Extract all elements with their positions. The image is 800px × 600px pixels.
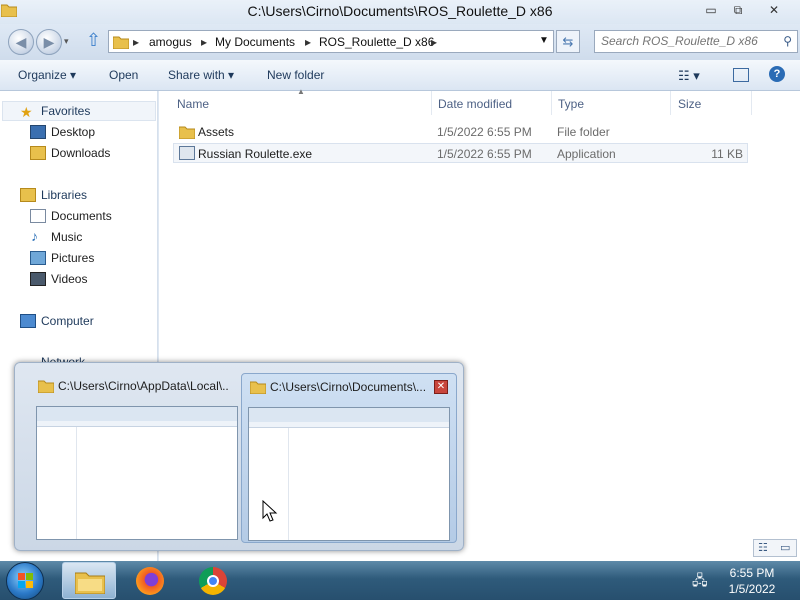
- column-header-date[interactable]: Date modified: [438, 97, 512, 111]
- music-icon: ♪: [31, 228, 38, 244]
- back-arrow-icon: ◀: [15, 34, 27, 50]
- firefox-icon: [136, 567, 164, 595]
- network-tray-icon[interactable]: 🖧: [692, 570, 708, 594]
- address-dropdown-icon[interactable]: ▼: [539, 35, 549, 46]
- folder-icon: [179, 126, 195, 139]
- column-divider[interactable]: [431, 91, 432, 115]
- documents-icon: [30, 209, 46, 223]
- minimize-button[interactable]: ▭: [698, 2, 724, 19]
- preview-thumbnail: [36, 406, 238, 540]
- nav-music[interactable]: Music: [51, 230, 82, 244]
- forward-button[interactable]: ▶: [36, 29, 62, 55]
- star-icon: ★: [20, 104, 33, 120]
- nav-videos[interactable]: Videos: [51, 272, 87, 286]
- windows-logo-icon: [18, 573, 34, 589]
- breadcrumb-separator: ▸: [305, 35, 312, 49]
- file-name: Assets: [198, 125, 235, 139]
- folder-icon: [113, 36, 129, 49]
- videos-icon: [30, 272, 46, 286]
- preview-title: C:\Users\Cirno\Documents\...: [270, 380, 427, 394]
- breadcrumb-separator: ▸: [133, 35, 140, 49]
- file-date: 1/5/2022 6:55 PM: [437, 125, 532, 139]
- breadcrumb-separator: ▸: [431, 35, 438, 49]
- breadcrumb-separator: ▸: [201, 35, 208, 49]
- search-input[interactable]: [601, 34, 771, 48]
- nav-documents[interactable]: Documents: [51, 209, 112, 223]
- folder-icon: [38, 380, 54, 393]
- refresh-icon: ⇆: [562, 34, 574, 49]
- breadcrumb-amogus[interactable]: amogus: [149, 35, 192, 49]
- search-icon[interactable]: ⚲: [783, 34, 792, 48]
- sort-indicator-icon: ▲: [297, 87, 305, 96]
- clock-date: 1/5/2022: [728, 582, 776, 596]
- nav-computer[interactable]: Computer: [41, 314, 94, 328]
- start-button[interactable]: [6, 562, 44, 600]
- column-header-name[interactable]: Name: [177, 97, 209, 111]
- taskbar-explorer-button[interactable]: [62, 562, 116, 599]
- open-button[interactable]: Open: [109, 68, 138, 82]
- search-box[interactable]: ⚲: [594, 30, 798, 53]
- computer-icon: [20, 314, 36, 328]
- column-divider[interactable]: [670, 91, 671, 115]
- application-icon: [179, 146, 195, 160]
- file-row[interactable]: Russian Roulette.exe 1/5/2022 6:55 PM Ap…: [173, 143, 748, 163]
- command-bar: Organize ▾ Open Share with ▾ New folder …: [0, 60, 800, 91]
- chrome-icon: [199, 567, 227, 595]
- nav-favorites[interactable]: Favorites: [41, 104, 90, 118]
- folder-icon: [250, 381, 266, 394]
- help-icon[interactable]: ?: [769, 66, 785, 82]
- address-bar[interactable]: ▸ amogus ▸ My Documents ▸ ROS_Roulette_D…: [108, 30, 554, 53]
- clock-time: 6:55 PM: [729, 566, 775, 580]
- large-icons-view-icon[interactable]: ▭: [780, 541, 790, 554]
- view-toggle-buttons[interactable]: ☷ ▭: [753, 539, 797, 557]
- column-divider[interactable]: [551, 91, 552, 115]
- title-bar[interactable]: C:\Users\Cirno\Documents\ROS_Roulette_D …: [0, 0, 800, 24]
- maximize-button[interactable]: ⧉: [725, 2, 751, 19]
- downloads-icon: [30, 146, 46, 160]
- clock[interactable]: 6:55 PM 1/5/2022: [712, 565, 792, 597]
- organize-button[interactable]: Organize ▾: [18, 68, 76, 82]
- preview-close-button[interactable]: ✕: [434, 380, 448, 394]
- close-button[interactable]: ✕: [752, 2, 796, 19]
- file-name: Russian Roulette.exe: [198, 147, 313, 161]
- address-row: ◀ ▶ ▾ ⇧ ▸ amogus ▸ My Documents ▸ ROS_Ro…: [0, 24, 800, 60]
- mouse-cursor-icon: [262, 500, 278, 522]
- window-title: C:\Users\Cirno\Documents\ROS_Roulette_D …: [247, 3, 553, 19]
- share-with-button[interactable]: Share with ▾: [168, 68, 234, 82]
- preview-window-appdata[interactable]: C:\Users\Cirno\AppData\Local\...: [22, 373, 238, 543]
- file-type: File folder: [557, 125, 610, 139]
- preview-title: C:\Users\Cirno\AppData\Local\...: [58, 379, 228, 393]
- up-arrow-icon[interactable]: ⇧: [86, 30, 101, 51]
- taskbar: [0, 561, 800, 600]
- folder-icon: [75, 572, 105, 594]
- column-divider[interactable]: [751, 91, 752, 115]
- nav-downloads[interactable]: Downloads: [51, 146, 110, 160]
- view-options-icon[interactable]: ☷ ▾: [678, 68, 700, 84]
- file-size: 11 KB: [711, 147, 743, 161]
- nav-desktop[interactable]: Desktop: [51, 125, 95, 139]
- breadcrumb-ros-roulette[interactable]: ROS_Roulette_D x86: [319, 35, 434, 49]
- taskbar-chrome-button[interactable]: [186, 562, 240, 599]
- forward-arrow-icon: ▶: [43, 34, 55, 50]
- file-type: Application: [557, 147, 616, 161]
- details-view-icon[interactable]: ☷: [758, 541, 768, 554]
- nav-libraries[interactable]: Libraries: [41, 188, 87, 202]
- new-folder-button[interactable]: New folder: [267, 68, 324, 82]
- libraries-icon: [20, 188, 36, 202]
- recent-pages-icon[interactable]: ▾: [64, 36, 69, 47]
- breadcrumb-my-documents[interactable]: My Documents: [215, 35, 295, 49]
- taskbar-firefox-button[interactable]: [122, 562, 176, 599]
- taskbar-preview-popup: C:\Users\Cirno\AppData\Local\... C:\User…: [14, 362, 464, 551]
- refresh-button[interactable]: ⇆: [556, 30, 580, 53]
- preview-pane-icon[interactable]: [733, 68, 749, 82]
- column-header-size[interactable]: Size: [678, 97, 701, 111]
- back-button[interactable]: ◀: [8, 29, 34, 55]
- file-row[interactable]: Assets 1/5/2022 6:55 PM File folder: [173, 122, 748, 142]
- column-header-type[interactable]: Type: [558, 97, 584, 111]
- preview-thumbnail: [248, 407, 450, 541]
- pictures-icon: [30, 251, 46, 265]
- desktop-icon: [30, 125, 46, 139]
- file-date: 1/5/2022 6:55 PM: [437, 147, 532, 161]
- nav-pictures[interactable]: Pictures: [51, 251, 94, 265]
